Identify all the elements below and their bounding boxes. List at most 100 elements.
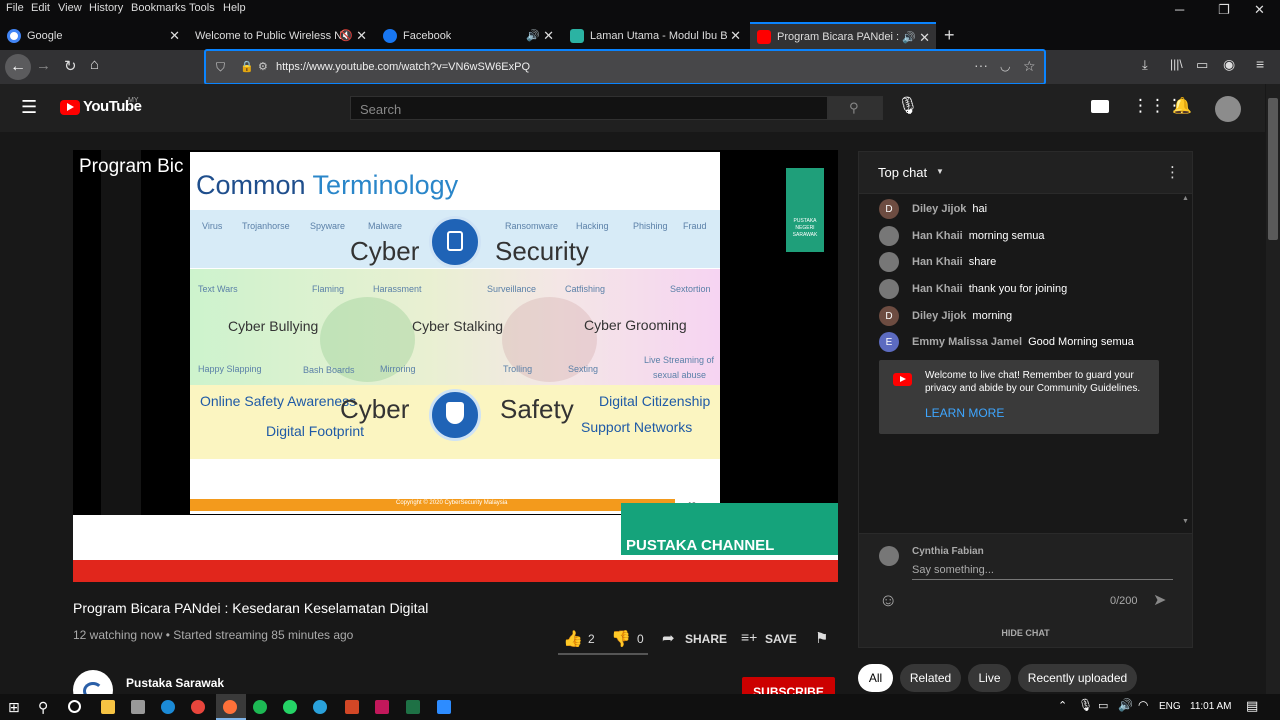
- app-icon[interactable]: [375, 700, 389, 714]
- close-tab-icon[interactable]: ✕: [169, 28, 180, 44]
- menu-view[interactable]: View: [58, 2, 82, 14]
- minimize-icon[interactable]: ─: [1175, 2, 1184, 17]
- download-icon[interactable]: ⤓: [1142, 57, 1148, 73]
- page-scrollbar[interactable]: [1266, 84, 1280, 694]
- language-indicator[interactable]: ENG: [1159, 701, 1181, 712]
- menu-icon[interactable]: ≡: [1256, 56, 1264, 72]
- menu-tools[interactable]: Tools: [189, 2, 215, 14]
- volume-icon[interactable]: 🔊: [1118, 698, 1133, 712]
- close-tab-icon[interactable]: ✕: [356, 28, 367, 44]
- restore-icon[interactable]: ❐: [1218, 2, 1230, 18]
- wifi-icon[interactable]: ◠: [1138, 698, 1148, 712]
- tab-google[interactable]: Google ✕: [0, 22, 186, 50]
- scrollbar-thumb[interactable]: [1268, 98, 1278, 240]
- close-tab-icon[interactable]: ✕: [543, 28, 554, 44]
- chat-message: Han Khaii share: [879, 252, 996, 272]
- hide-chat-button[interactable]: HIDE CHAT: [859, 628, 1192, 638]
- back-icon[interactable]: ←: [5, 54, 31, 80]
- search-icon[interactable]: ⚲: [38, 699, 48, 716]
- thumbs-down-icon[interactable]: 👎: [611, 629, 631, 649]
- whatsapp-icon[interactable]: [283, 700, 297, 714]
- url-text[interactable]: https://www.youtube.com/watch?v=VN6wSW6E…: [276, 61, 530, 73]
- menu-help[interactable]: Help: [223, 2, 246, 14]
- learn-more-link[interactable]: LEARN MORE: [925, 406, 1004, 420]
- chip-live[interactable]: Live: [968, 664, 1011, 692]
- new-tab-icon[interactable]: +: [944, 25, 955, 46]
- telegram-icon[interactable]: [313, 700, 327, 714]
- search-input[interactable]: Search: [350, 96, 828, 120]
- chip-recently-uploaded[interactable]: Recently uploaded: [1018, 664, 1137, 692]
- speaker-icon[interactable]: 🔊: [902, 31, 916, 44]
- menu-bookmarks[interactable]: Bookmarks: [131, 2, 186, 14]
- reload-icon[interactable]: ↻: [64, 57, 77, 75]
- chip-related[interactable]: Related: [900, 664, 961, 692]
- slide: Common Terminology Virus Trojanhorse Spy…: [190, 152, 720, 514]
- lock-icon[interactable]: 🔒: [240, 60, 254, 73]
- chat-message-input[interactable]: Say something...: [912, 564, 1173, 580]
- speaker-icon[interactable]: 🔊: [526, 29, 540, 42]
- chat-scroll-up-icon[interactable]: ▲: [1182, 195, 1189, 202]
- bookmark-star-icon[interactable]: ☆: [1023, 58, 1036, 75]
- menu-edit[interactable]: Edit: [31, 2, 50, 14]
- pocket-icon[interactable]: ◡: [1000, 59, 1010, 73]
- shield-icon[interactable]: ⛉: [216, 60, 225, 75]
- emoji-icon[interactable]: ☺: [879, 590, 897, 611]
- close-tab-icon[interactable]: ✕: [919, 30, 930, 46]
- close-tab-icon[interactable]: ✕: [730, 28, 741, 44]
- account-icon[interactable]: ◉: [1223, 56, 1235, 73]
- tab-laman-utama[interactable]: Laman Utama - Modul Ibu Bap ✕: [563, 22, 747, 50]
- hamburger-icon[interactable]: ☰: [21, 97, 37, 118]
- cortana-icon[interactable]: [68, 700, 81, 713]
- chevron-down-icon[interactable]: ▼: [936, 167, 944, 176]
- chrome-icon[interactable]: [191, 700, 205, 714]
- add-to-playlist-icon[interactable]: ≡+: [741, 629, 757, 645]
- notifications-icon[interactable]: 🔔: [1172, 96, 1192, 116]
- address-bar[interactable]: ⛉ 🔒 ⚙ https://www.youtube.com/watch?v=VN…: [204, 49, 1046, 85]
- tab-facebook[interactable]: Facebook 🔊 ✕: [376, 22, 560, 50]
- spotify-icon[interactable]: [253, 700, 267, 714]
- search-button[interactable]: ⚲: [828, 96, 883, 120]
- page-actions-icon[interactable]: ···: [974, 57, 988, 73]
- edge-icon[interactable]: [161, 700, 175, 714]
- thumbs-up-icon[interactable]: 👍: [563, 629, 583, 649]
- menu-file[interactable]: File: [6, 2, 24, 14]
- save-button[interactable]: SAVE: [765, 632, 797, 646]
- tray-overflow-icon[interactable]: ⌃: [1058, 699, 1067, 712]
- chip-all[interactable]: All: [858, 664, 893, 692]
- clock[interactable]: 11:01 AM: [1190, 701, 1232, 712]
- share-button[interactable]: SHARE: [685, 632, 727, 646]
- mic-icon[interactable]: 🎙: [897, 96, 919, 116]
- chat-scroll-down-icon[interactable]: ▼: [1182, 518, 1189, 525]
- flag-icon[interactable]: ⚑: [815, 629, 828, 647]
- file-explorer-icon[interactable]: [101, 700, 115, 714]
- avatar[interactable]: [1215, 96, 1241, 122]
- microphone-icon[interactable]: 🎙: [1078, 698, 1093, 712]
- more-options-icon[interactable]: ⋮: [1165, 163, 1180, 181]
- home-icon[interactable]: ⌂: [90, 56, 99, 73]
- notifications-icon[interactable]: ▤: [1246, 698, 1258, 714]
- windows-start-icon[interactable]: ⊞: [8, 699, 20, 716]
- create-video-icon[interactable]: [1091, 100, 1109, 113]
- menu-history[interactable]: History: [89, 2, 123, 14]
- send-icon[interactable]: ➤: [1153, 590, 1166, 610]
- muted-icon[interactable]: 🔇: [339, 29, 353, 42]
- excel-icon[interactable]: [406, 700, 420, 714]
- video-stats: 12 watching now • Started streaming 85 m…: [73, 628, 354, 642]
- library-icon[interactable]: |||\: [1170, 57, 1183, 71]
- video-player[interactable]: Program Bic Common Terminology Virus Tro…: [73, 150, 838, 582]
- tab-youtube[interactable]: Program Bicara PANdei : Ke 🔊 ✕: [750, 22, 936, 50]
- firefox-icon[interactable]: [223, 700, 237, 714]
- share-icon[interactable]: ➦: [662, 629, 675, 647]
- powerpoint-icon[interactable]: [345, 700, 359, 714]
- forward-icon[interactable]: →: [36, 57, 51, 74]
- zoom-icon[interactable]: [437, 700, 451, 714]
- youtube-logo-icon[interactable]: [60, 100, 80, 115]
- app-icon[interactable]: [131, 700, 145, 714]
- close-window-icon[interactable]: ✕: [1254, 2, 1265, 18]
- channel-name[interactable]: Pustaka Sarawak: [126, 676, 224, 690]
- battery-icon[interactable]: ▭: [1098, 699, 1108, 712]
- tab-wireless[interactable]: Welcome to Public Wireless Net 🔇 ✕: [189, 22, 373, 50]
- permissions-icon[interactable]: ⚙: [258, 60, 268, 73]
- sidebar-icon[interactable]: ▭: [1196, 57, 1208, 73]
- top-chat-selector[interactable]: Top chat: [878, 165, 927, 180]
